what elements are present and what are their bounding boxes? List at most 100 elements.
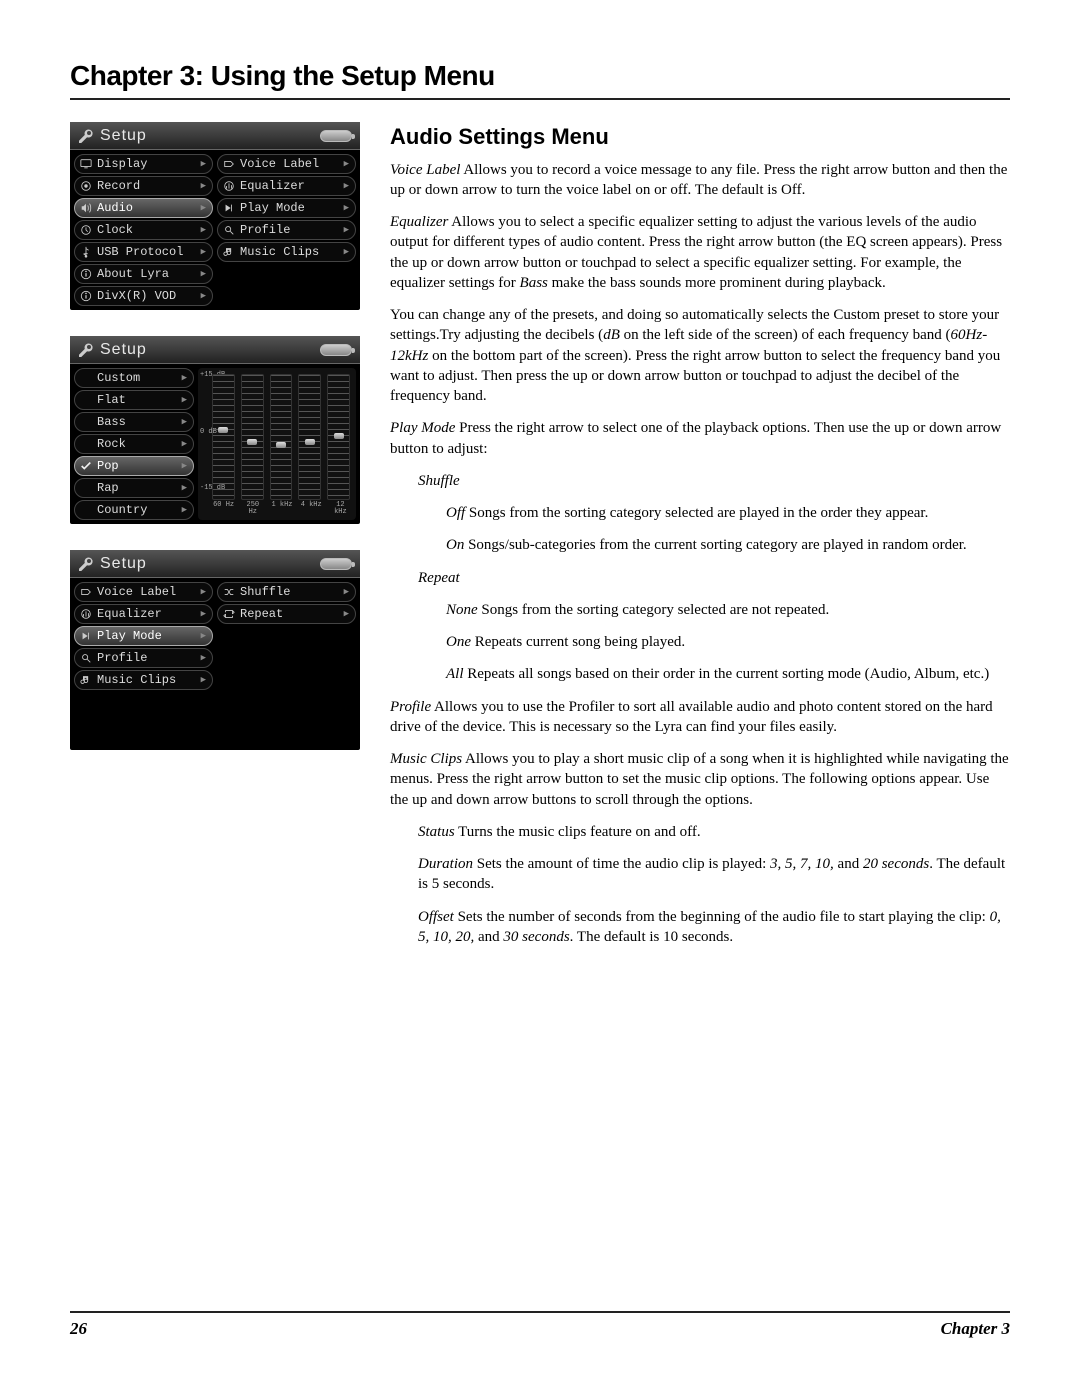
equalizer-paragraph: Equalizer Allows you to select a specifi… bbox=[390, 212, 1010, 293]
battery-icon bbox=[320, 130, 352, 142]
eq-slider[interactable] bbox=[212, 374, 235, 500]
menu-item[interactable]: Audio▶ bbox=[74, 198, 213, 218]
chevron-right-icon: ▶ bbox=[182, 417, 187, 427]
device-screenshot-equalizer: Setup Custom▶Flat▶Bass▶Rock▶Pop▶Rap▶Coun… bbox=[70, 336, 360, 524]
screenshots-column: Setup Display▶Record▶Audio▶Clock▶USB Pro… bbox=[70, 122, 360, 959]
page-number: 26 bbox=[70, 1319, 87, 1339]
battery-icon bbox=[320, 344, 352, 356]
menu-item[interactable]: Voice Label▶ bbox=[217, 154, 356, 174]
repeat-icon bbox=[222, 607, 236, 621]
menu-item-label: Profile bbox=[240, 223, 340, 237]
menu-item[interactable]: Display▶ bbox=[74, 154, 213, 174]
chevron-right-icon: ▶ bbox=[201, 609, 206, 619]
eq-slider[interactable] bbox=[241, 374, 264, 500]
menu-item[interactable]: Equalizer▶ bbox=[74, 604, 213, 624]
shuffle-heading: Shuffle bbox=[418, 471, 1010, 491]
menu-item-label: USB Protocol bbox=[97, 245, 197, 259]
menu-item[interactable]: Shuffle▶ bbox=[217, 582, 356, 602]
profile-icon bbox=[79, 651, 93, 665]
chevron-right-icon: ▶ bbox=[201, 247, 206, 257]
chevron-right-icon: ▶ bbox=[182, 461, 187, 471]
menu-item-label: Flat bbox=[97, 393, 178, 407]
chevron-right-icon: ▶ bbox=[201, 587, 206, 597]
clock-icon bbox=[79, 223, 93, 237]
record-icon bbox=[79, 179, 93, 193]
eq-slider[interactable] bbox=[327, 374, 350, 500]
eq-slider-knob[interactable] bbox=[276, 442, 286, 448]
chevron-right-icon: ▶ bbox=[201, 181, 206, 191]
eq-slider-knob[interactable] bbox=[247, 439, 257, 445]
music-clips-icon bbox=[79, 673, 93, 687]
eq-freq-label: 4 kHz bbox=[300, 502, 323, 516]
menu-item-label: Play Mode bbox=[97, 629, 197, 643]
menu-item-label: Equalizer bbox=[240, 179, 340, 193]
menu-item-label: Profile bbox=[97, 651, 197, 665]
menu-item[interactable]: USB Protocol ▶ bbox=[74, 242, 213, 262]
menu-item[interactable]: Custom▶ bbox=[74, 368, 194, 388]
menu-item[interactable]: Voice Label ▶ bbox=[74, 582, 213, 602]
menu-item-label: Bass bbox=[97, 415, 178, 429]
music-clips-paragraph: Music Clips Allows you to play a short m… bbox=[390, 749, 1010, 810]
chevron-right-icon: ▶ bbox=[344, 247, 349, 257]
menu-item[interactable]: Repeat▶ bbox=[217, 604, 356, 624]
eq-slider-knob[interactable] bbox=[334, 433, 344, 439]
menu-item-label: Rap bbox=[97, 481, 178, 495]
eq-freq-labels: 60 Hz250 Hz1 kHz4 kHz12 kHz bbox=[202, 502, 352, 516]
footer: 26 Chapter 3 bbox=[70, 1311, 1010, 1339]
eq-slider[interactable] bbox=[298, 374, 321, 500]
equalizer-icon bbox=[79, 607, 93, 621]
chevron-right-icon: ▶ bbox=[182, 373, 187, 383]
chevron-right-icon: ▶ bbox=[344, 203, 349, 213]
music-clips-icon bbox=[222, 245, 236, 259]
device-title: Setup bbox=[100, 555, 147, 573]
menu-item-label: Voice Label bbox=[97, 585, 197, 599]
repeat-all: All Repeats all songs based on their ord… bbox=[446, 664, 1010, 684]
menu-item[interactable]: Flat▶ bbox=[74, 390, 194, 410]
eq-freq-label: 250 Hz bbox=[241, 502, 264, 516]
chevron-right-icon: ▶ bbox=[344, 181, 349, 191]
menu-item-label: Country bbox=[97, 503, 178, 517]
profile-paragraph: Profile Allows you to use the Profiler t… bbox=[390, 697, 1010, 738]
check-icon bbox=[79, 459, 93, 473]
menu-item[interactable]: Rap ▶ bbox=[74, 478, 194, 498]
device-titlebar: Setup bbox=[70, 336, 360, 364]
chevron-right-icon: ▶ bbox=[201, 203, 206, 213]
eq-slider-knob[interactable] bbox=[305, 439, 315, 445]
equalizer-graph: +15 dB 0 dB -15 dB 60 Hz250 Hz1 kHz4 kHz… bbox=[198, 368, 356, 520]
menu-item-label: Play Mode bbox=[240, 201, 340, 215]
chevron-right-icon: ▶ bbox=[344, 587, 349, 597]
eq-slider-knob[interactable] bbox=[218, 427, 228, 433]
menu-item[interactable]: Country ▶ bbox=[74, 500, 194, 520]
menu-item[interactable]: Equalizer ▶ bbox=[217, 176, 356, 196]
battery-icon bbox=[320, 558, 352, 570]
shuffle-icon bbox=[222, 585, 236, 599]
menu-item[interactable]: Clock▶ bbox=[74, 220, 213, 240]
menu-item[interactable]: Profile▶ bbox=[74, 648, 213, 668]
eq-freq-label: 1 kHz bbox=[270, 502, 293, 516]
voice-label-icon bbox=[79, 585, 93, 599]
equalizer-icon bbox=[222, 179, 236, 193]
chevron-right-icon: ▶ bbox=[182, 483, 187, 493]
menu-item[interactable]: Music Clips▶ bbox=[74, 670, 213, 690]
menu-item[interactable]: Rock▶ bbox=[74, 434, 194, 454]
menu-item[interactable]: DivX(R) VOD▶ bbox=[74, 286, 213, 306]
menu-item[interactable]: Bass ▶ bbox=[74, 412, 194, 432]
chevron-right-icon: ▶ bbox=[201, 225, 206, 235]
profile-icon bbox=[222, 223, 236, 237]
menu-item-label: Music Clips bbox=[240, 245, 340, 259]
menu-item[interactable]: Play Mode ▶ bbox=[217, 198, 356, 218]
eq-preset-list: Custom▶Flat▶Bass▶Rock▶Pop▶Rap▶Country▶ bbox=[74, 368, 194, 520]
menu-item[interactable]: Pop▶ bbox=[74, 456, 194, 476]
menu-item[interactable]: Record▶ bbox=[74, 176, 213, 196]
menu-right: Shuffle▶Repeat▶ bbox=[217, 582, 356, 690]
music-clips-status: Status Turns the music clips feature on … bbox=[418, 822, 1010, 842]
menu-item[interactable]: Music Clips ▶ bbox=[217, 242, 356, 262]
menu-item-label: Display bbox=[97, 157, 197, 171]
chevron-right-icon: ▶ bbox=[182, 505, 187, 515]
menu-item[interactable]: Profile▶ bbox=[217, 220, 356, 240]
repeat-one: One Repeats current song being played. bbox=[446, 632, 1010, 652]
eq-slider[interactable] bbox=[270, 374, 293, 500]
voice-label-paragraph: Voice Label Allows you to record a voice… bbox=[390, 160, 1010, 201]
menu-item[interactable]: Play Mode▶ bbox=[74, 626, 213, 646]
menu-item[interactable]: About Lyra▶ bbox=[74, 264, 213, 284]
